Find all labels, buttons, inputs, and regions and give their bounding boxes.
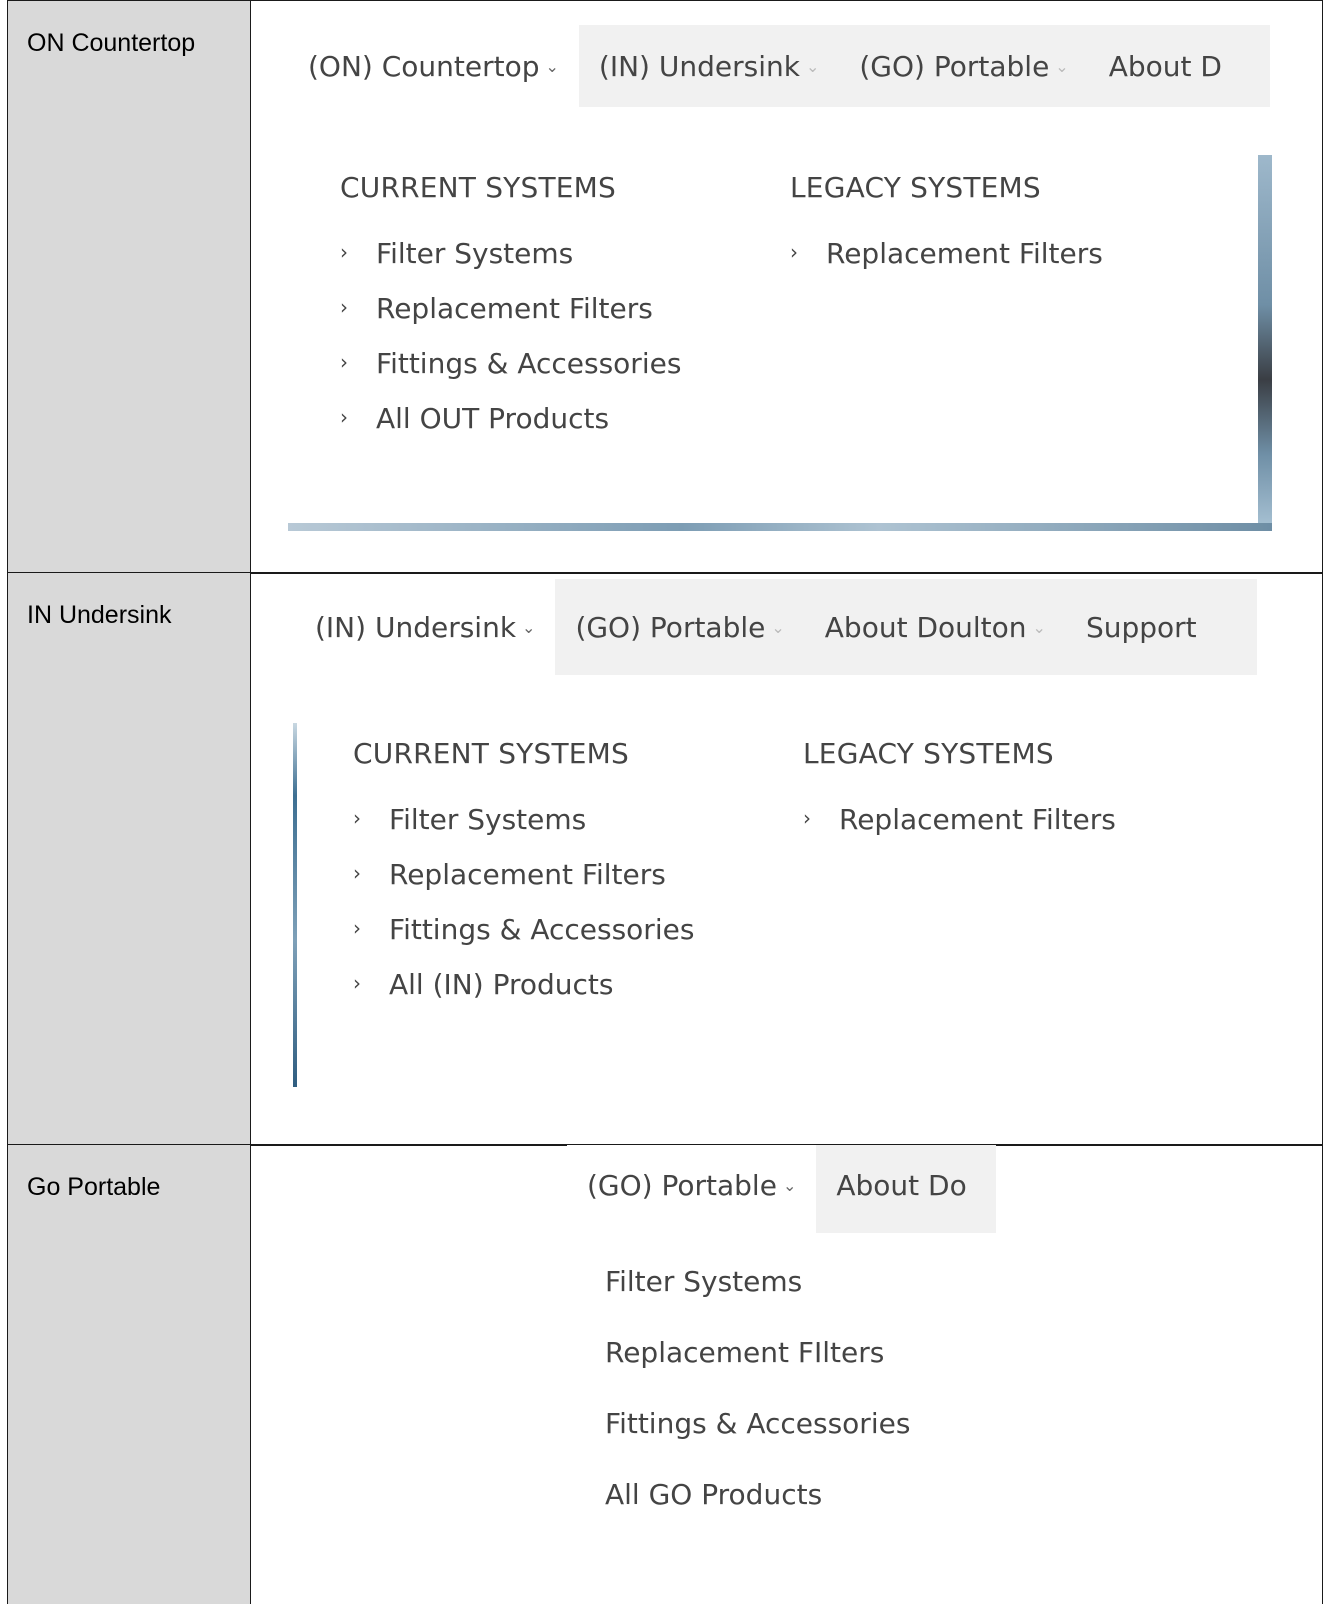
mega-menu-panel: CURRENT SYSTEMS LEGACY SYSTEMS › Filter S…: [288, 107, 1258, 529]
table-row-in-undersink: IN Undersink (IN) Undersink ⌄ (GO) Porta…: [7, 572, 1323, 1146]
nav-bar: (GO) Portable ⌄ About Do: [567, 1145, 996, 1233]
current-systems-heading: CURRENT SYSTEMS: [340, 171, 616, 204]
nav-bar: (ON) Countertop ⌄ (IN) Undersink ⌄ (GO) …: [288, 25, 1270, 107]
nav-item-go-portable[interactable]: (GO) Portable ⌄: [555, 579, 805, 675]
row-label: Go Portable: [27, 1173, 161, 1201]
chevron-right-icon: ›: [353, 861, 361, 885]
table-row-on-countertop: ON Countertop (ON) Countertop ⌄ (IN) Und…: [7, 0, 1323, 574]
nav-item-go-portable[interactable]: (GO) Portable ⌄: [567, 1145, 817, 1233]
menu-link-filter-systems[interactable]: Filter Systems: [605, 1265, 802, 1298]
chevron-down-icon: ⌄: [1055, 56, 1069, 76]
chevron-down-icon: ⌄: [1032, 617, 1046, 637]
row-label-cell: Go Portable: [8, 1145, 251, 1604]
legacy-systems-heading: LEGACY SYSTEMS: [790, 171, 1041, 204]
nav-item-label: (ON) Countertop: [308, 49, 540, 83]
menu-link-fittings-accessories[interactable]: › Fittings & Accessories: [353, 913, 694, 946]
chevron-down-icon: ⌄: [805, 56, 820, 76]
row-label: ON Countertop: [27, 29, 196, 57]
menu-link-fittings-accessories[interactable]: › Fittings & Accessories: [340, 347, 681, 380]
nav-item-label: (GO) Portable: [587, 1168, 777, 1202]
current-systems-heading: CURRENT SYSTEMS: [353, 737, 629, 770]
nav-item-label: About D: [1108, 49, 1222, 83]
nav-item-about[interactable]: About Do: [816, 1145, 996, 1233]
menu-link-filter-systems[interactable]: › Filter Systems: [340, 237, 573, 270]
background-image-edge: [1258, 155, 1272, 529]
table-row-go-portable: Go Portable (GO) Portable ⌄ About Do Fil…: [7, 1144, 1323, 1604]
screenshot-cell: (GO) Portable ⌄ About Do Filter Systems …: [251, 1145, 1322, 1604]
chevron-down-icon: ⌄: [782, 1175, 797, 1195]
chevron-down-icon: ⌄: [545, 56, 559, 76]
chevron-right-icon: ›: [340, 240, 348, 264]
menu-link-legacy-replacement-filters[interactable]: › Replacement Filters: [790, 237, 1103, 270]
menu-link-replacement-filters[interactable]: › Replacement Filters: [340, 292, 653, 325]
nav-item-go-portable[interactable]: (GO) Portable ⌄: [839, 25, 1089, 107]
nav-bar: (IN) Undersink ⌄ (GO) Portable ⌄ About D…: [295, 579, 1268, 675]
nav-item-support[interactable]: Support: [1065, 579, 1257, 675]
nav-item-label: About Do: [836, 1168, 967, 1202]
chevron-down-icon: ⌄: [771, 617, 785, 637]
chevron-right-icon: ›: [803, 806, 811, 830]
chevron-down-icon: ⌄: [522, 617, 536, 637]
chevron-right-icon: ›: [340, 405, 348, 429]
nav-item-label: (IN) Undersink: [598, 49, 800, 83]
chevron-right-icon: ›: [353, 971, 361, 995]
menu-link-legacy-replacement-filters[interactable]: › Replacement Filters: [803, 803, 1116, 836]
menu-link-all-products[interactable]: › All OUT Products: [340, 402, 609, 435]
chevron-right-icon: ›: [340, 350, 348, 374]
menu-link-all-products[interactable]: › All (IN) Products: [353, 968, 613, 1001]
row-label-cell: IN Undersink: [8, 573, 251, 1145]
nav-item-on-countertop[interactable]: (ON) Countertop ⌄: [288, 25, 579, 107]
nav-item-label: (IN) Undersink: [315, 610, 517, 644]
nav-item-in-undersink[interactable]: (IN) Undersink ⌄: [295, 579, 556, 675]
nav-item-label: Support: [1085, 610, 1197, 644]
nav-item-label: About Doulton: [824, 610, 1027, 644]
legacy-systems-heading: LEGACY SYSTEMS: [803, 737, 1054, 770]
nav-item-in-undersink[interactable]: (IN) Undersink ⌄: [578, 25, 840, 107]
nav-item-label: (GO) Portable: [859, 49, 1050, 83]
menu-link-filter-systems[interactable]: › Filter Systems: [353, 803, 586, 836]
menu-link-fittings-accessories[interactable]: Fittings & Accessories: [605, 1407, 910, 1440]
chevron-right-icon: ›: [353, 916, 361, 940]
screenshot-cell: (ON) Countertop ⌄ (IN) Undersink ⌄ (GO) …: [251, 1, 1322, 573]
background-image-edge: [288, 523, 1272, 531]
menu-link-replacement-filters[interactable]: Replacement FIlters: [605, 1336, 884, 1369]
nav-item-label: (GO) Portable: [575, 610, 766, 644]
row-label: IN Undersink: [27, 601, 172, 629]
nav-item-about[interactable]: About D: [1088, 25, 1270, 107]
menu-link-replacement-filters[interactable]: › Replacement Filters: [353, 858, 666, 891]
menu-link-all-products[interactable]: All GO Products: [605, 1478, 822, 1511]
chevron-right-icon: ›: [790, 240, 798, 264]
comparison-table: ON Countertop (ON) Countertop ⌄ (IN) Und…: [7, 0, 1323, 1604]
screenshot-cell: (IN) Undersink ⌄ (GO) Portable ⌄ About D…: [251, 573, 1322, 1145]
nav-item-about-doulton[interactable]: About Doulton ⌄: [804, 579, 1066, 675]
dropdown-panel: Filter Systems Replacement FIlters Fitti…: [605, 1245, 1025, 1585]
chevron-right-icon: ›: [340, 295, 348, 319]
chevron-right-icon: ›: [353, 806, 361, 830]
row-label-cell: ON Countertop: [8, 1, 251, 573]
mega-menu-panel: CURRENT SYSTEMS LEGACY SYSTEMS › Filter S…: [297, 675, 1267, 1095]
